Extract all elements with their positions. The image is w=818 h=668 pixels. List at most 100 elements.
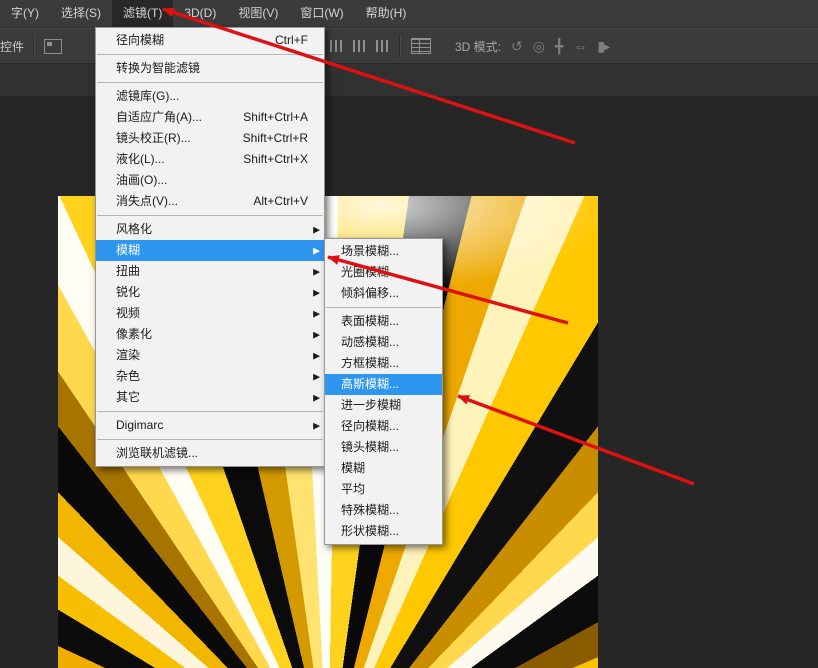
distribute-center-icon[interactable] [353, 40, 366, 52]
menu-item-surface-blur[interactable]: 表面模糊... [325, 311, 442, 332]
menu-separator [97, 439, 323, 440]
menu-item-shortcut: Ctrl+F [275, 30, 308, 51]
menu-separator [97, 411, 323, 412]
menu-item-label: 径向模糊 [116, 30, 261, 51]
submenu-arrow-icon: ▶ [313, 240, 320, 261]
menubar-item-window-menu[interactable]: 窗口(W) [289, 0, 354, 27]
submenu-arrow-icon: ▶ [313, 303, 320, 324]
menu-item-render[interactable]: 渲染▶ [96, 345, 324, 366]
menu-item-label: Digimarc [116, 415, 308, 436]
menu-separator [97, 82, 323, 83]
menu-item-label: 模糊 [341, 458, 432, 479]
menu-item-motion-blur[interactable]: 动感模糊... [325, 332, 442, 353]
menu-item-noise[interactable]: 杂色▶ [96, 366, 324, 387]
menu-item-sharpen[interactable]: 锐化▶ [96, 282, 324, 303]
menubar-item-filter-menu[interactable]: 滤镜(T) [112, 0, 173, 27]
toolbar-divider [399, 35, 401, 57]
menu-item-oil-paint[interactable]: 油画(O)... [96, 170, 324, 191]
menu-item-digimarc[interactable]: Digimarc▶ [96, 415, 324, 436]
menu-item-blur-plain[interactable]: 模糊 [325, 458, 442, 479]
menu-item-adaptive-wide-angle[interactable]: 自适应广角(A)... Shift+Ctrl+A [96, 107, 324, 128]
menu-item-shortcut: Shift+Ctrl+A [243, 107, 308, 128]
distribute-right-icon[interactable] [376, 40, 389, 52]
menu-item-gaussian-blur[interactable]: 高斯模糊... [325, 374, 442, 395]
menu-item-label: 光圈模糊... [341, 262, 432, 283]
panel-toggle-icon[interactable] [44, 39, 62, 54]
menubar-item-type-menu[interactable]: 字(Y) [0, 0, 50, 27]
menu-item-label: 风格化 [116, 219, 308, 240]
menu-item-box-blur[interactable]: 方框模糊... [325, 353, 442, 374]
3d-rotate-icon[interactable]: ↺ [511, 39, 521, 53]
menu-item-video[interactable]: 视频▶ [96, 303, 324, 324]
menu-item-shape-blur[interactable]: 形状模糊... [325, 521, 442, 542]
menubar-item-3d-menu[interactable]: 3D(D) [173, 0, 227, 27]
menu-item-radial-blur[interactable]: 径向模糊... [325, 416, 442, 437]
menu-item-lens-blur[interactable]: 镜头模糊... [325, 437, 442, 458]
3d-mode-label: 3D 模式: [455, 38, 501, 55]
toolbar-right-group: 3D 模式: ↺ ◎ ╋ ⇔ ▮▸ [330, 29, 608, 63]
menu-item-other[interactable]: 其它▶ [96, 387, 324, 408]
menu-item-label: 像素化 [116, 324, 308, 345]
toolbar-left-group: 换控件 [0, 29, 62, 63]
distribute-left-icon[interactable] [330, 40, 343, 52]
menu-item-shortcut: Alt+Ctrl+V [253, 191, 308, 212]
menu-item-label: 表面模糊... [341, 311, 432, 332]
menu-item-label: 杂色 [116, 366, 308, 387]
3d-roll-icon[interactable]: ◎ [533, 39, 543, 53]
menubar-item-view-menu[interactable]: 视图(V) [227, 0, 289, 27]
menu-item-stylize[interactable]: 风格化▶ [96, 219, 324, 240]
menu-item-label: 浏览联机滤镜... [116, 443, 308, 464]
menu-separator [97, 54, 323, 55]
filter-dropdown-menu: 径向模糊 Ctrl+F 转换为智能滤镜滤镜库(G)...自适应广角(A)... Shi… [95, 27, 325, 467]
3d-camera-icon[interactable]: ▮▸ [597, 39, 608, 53]
menu-item-label: 滤镜库(G)... [116, 86, 308, 107]
menu-item-field-blur[interactable]: 场景模糊... [325, 241, 442, 262]
submenu-arrow-icon: ▶ [313, 345, 320, 366]
menu-separator [97, 215, 323, 216]
menubar-item-help-menu[interactable]: 帮助(H) [355, 0, 418, 27]
3d-mode-icon-group: ↺ ◎ ╋ ⇔ ▮▸ [511, 39, 608, 53]
blur-submenu: 场景模糊...光圈模糊...倾斜偏移... 表面模糊...动感模糊...方框模糊.… [324, 238, 443, 545]
submenu-arrow-icon: ▶ [313, 415, 320, 436]
menu-item-label: 镜头模糊... [341, 437, 432, 458]
menu-item-label: 动感模糊... [341, 332, 432, 353]
menu-item-liquify[interactable]: 液化(L)... Shift+Ctrl+X [96, 149, 324, 170]
menu-item-label: 渲染 [116, 345, 308, 366]
menu-item-label: 方框模糊... [341, 353, 432, 374]
submenu-arrow-icon: ▶ [313, 324, 320, 345]
menu-item-label: 液化(L)... [116, 149, 229, 170]
arrange-panels-icon[interactable] [411, 38, 431, 54]
show-transform-controls-label: 换控件 [0, 38, 24, 55]
menu-item-label: 转换为智能滤镜 [116, 58, 308, 79]
menu-item-blur[interactable]: 模糊▶ [96, 240, 324, 261]
menu-item-label: 模糊 [116, 240, 308, 261]
submenu-arrow-icon: ▶ [313, 387, 320, 408]
menu-item-label: 特殊模糊... [341, 500, 432, 521]
menu-item-blur-more[interactable]: 进一步模糊 [325, 395, 442, 416]
menu-item-convert-smart-filters[interactable]: 转换为智能滤镜 [96, 58, 324, 79]
menu-item-repeat-radial-blur[interactable]: 径向模糊 Ctrl+F [96, 30, 324, 51]
3d-drag-icon[interactable]: ╋ [555, 39, 561, 53]
menu-item-label: 平均 [341, 479, 432, 500]
menu-item-pixelate[interactable]: 像素化▶ [96, 324, 324, 345]
menu-item-iris-blur[interactable]: 光圈模糊... [325, 262, 442, 283]
menu-item-lens-correction[interactable]: 镜头校正(R)...Shift+Ctrl+R [96, 128, 324, 149]
menu-bar: 字(Y)选择(S)滤镜(T)3D(D)视图(V)窗口(W)帮助(H) [0, 0, 818, 28]
menu-item-vanishing-point[interactable]: 消失点(V)...Alt+Ctrl+V [96, 191, 324, 212]
menu-item-distort[interactable]: 扭曲▶ [96, 261, 324, 282]
menu-item-label: 自适应广角(A)... [116, 107, 229, 128]
toolbar-divider [33, 35, 35, 57]
menu-item-label: 场景模糊... [341, 241, 432, 262]
menu-item-tilt-shift[interactable]: 倾斜偏移... [325, 283, 442, 304]
submenu-arrow-icon: ▶ [313, 219, 320, 240]
menu-item-label: 径向模糊... [341, 416, 432, 437]
menu-item-label: 视频 [116, 303, 308, 324]
menu-item-browse-filters-online[interactable]: 浏览联机滤镜... [96, 443, 324, 464]
menu-item-shortcut: Shift+Ctrl+X [243, 149, 308, 170]
3d-slide-icon[interactable]: ⇔ [573, 39, 585, 53]
menu-item-average[interactable]: 平均 [325, 479, 442, 500]
menu-item-filter-gallery[interactable]: 滤镜库(G)... [96, 86, 324, 107]
menubar-item-select-menu[interactable]: 选择(S) [50, 0, 112, 27]
menu-item-smart-blur[interactable]: 特殊模糊... [325, 500, 442, 521]
photoshop-window: 字(Y)选择(S)滤镜(T)3D(D)视图(V)窗口(W)帮助(H) 换控件 3… [0, 0, 818, 668]
